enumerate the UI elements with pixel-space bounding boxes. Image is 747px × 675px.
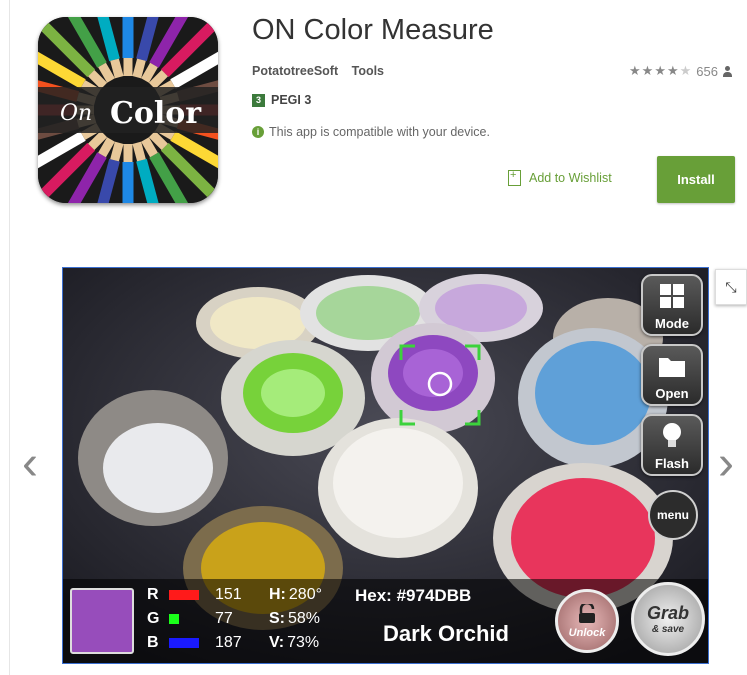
red-value: 151 <box>215 586 242 603</box>
lightbulb-icon <box>661 416 683 456</box>
rating-count: 656 <box>696 63 718 79</box>
developer-line: PotatotreeSoft Tools <box>252 64 384 78</box>
content-rating-label: PEGI 3 <box>271 93 312 107</box>
open-label: Open <box>655 386 689 401</box>
install-button[interactable]: Install <box>657 156 735 203</box>
pencil-tip <box>132 141 146 162</box>
person-icon <box>722 65 733 77</box>
blue-bar <box>169 638 199 648</box>
pencil-tip <box>110 141 124 162</box>
icon-script-text: On <box>60 101 92 126</box>
add-to-wishlist-button[interactable]: Add to Wishlist <box>508 169 612 186</box>
left-divider <box>9 0 10 675</box>
folder-icon <box>658 346 686 386</box>
grab-label: Grab <box>646 603 689 623</box>
flash-button[interactable]: Flash <box>641 414 703 476</box>
screenshot-gallery: Mode Open Flash menu R 151 G 77 B 187 H:… <box>62 267 709 664</box>
blue-reading: B 187 <box>147 634 267 652</box>
grab-and-save-button[interactable]: Grab & save <box>631 582 705 656</box>
menu-button[interactable]: menu <box>648 490 698 540</box>
compatibility-notice: i This app is compatible with your devic… <box>252 125 490 139</box>
grab-sub-label: & save <box>651 624 685 635</box>
content-rating: 3 PEGI 3 <box>252 93 311 107</box>
rating: ★★★★★ 656 <box>629 63 733 79</box>
grid-icon <box>659 276 685 316</box>
mode-label: Mode <box>655 316 689 331</box>
info-icon: i <box>252 126 264 138</box>
app-icon: On Color <box>38 17 218 203</box>
category-link[interactable]: Tools <box>352 64 384 78</box>
chevron-right-icon[interactable]: › <box>718 440 734 488</box>
unlock-button[interactable]: Unlock <box>555 589 619 653</box>
icon-word-text: Color <box>110 96 202 131</box>
developer-link[interactable]: PotatotreeSoft <box>252 64 338 78</box>
green-bar <box>169 614 179 624</box>
hue-reading: H: 280° <box>269 586 322 603</box>
pencil-tip <box>110 58 124 79</box>
value-reading: V: 73% <box>269 634 320 651</box>
unlock-label: Unlock <box>568 626 606 639</box>
open-button[interactable]: Open <box>641 344 703 406</box>
color-swatch <box>70 588 134 654</box>
green-reading: G 77 <box>147 610 267 628</box>
saturation-reading: S: 58% <box>269 610 321 627</box>
bookmark-plus-icon <box>508 169 521 186</box>
collapse-arrows-icon[interactable]: ⤡ <box>715 269 747 305</box>
hex-reading: Hex: #974DBB <box>355 586 472 605</box>
padlock-icon <box>576 601 598 627</box>
mode-button[interactable]: Mode <box>641 274 703 336</box>
blue-value: 187 <box>215 634 242 651</box>
pencil-tip <box>132 58 146 79</box>
chevron-left-icon[interactable]: ‹ <box>22 440 38 488</box>
red-bar <box>169 590 199 600</box>
star-rating: ★★★★★ <box>629 63 693 78</box>
wishlist-label: Add to Wishlist <box>529 171 612 185</box>
red-reading: R 151 <box>147 586 267 604</box>
pegi-icon: 3 <box>252 93 265 107</box>
app-title: ON Color Measure <box>252 14 494 46</box>
green-value: 77 <box>215 610 233 627</box>
color-name: Dark Orchid <box>383 621 509 646</box>
compatibility-text: This app is compatible with your device. <box>269 125 490 139</box>
flash-label: Flash <box>655 456 689 471</box>
